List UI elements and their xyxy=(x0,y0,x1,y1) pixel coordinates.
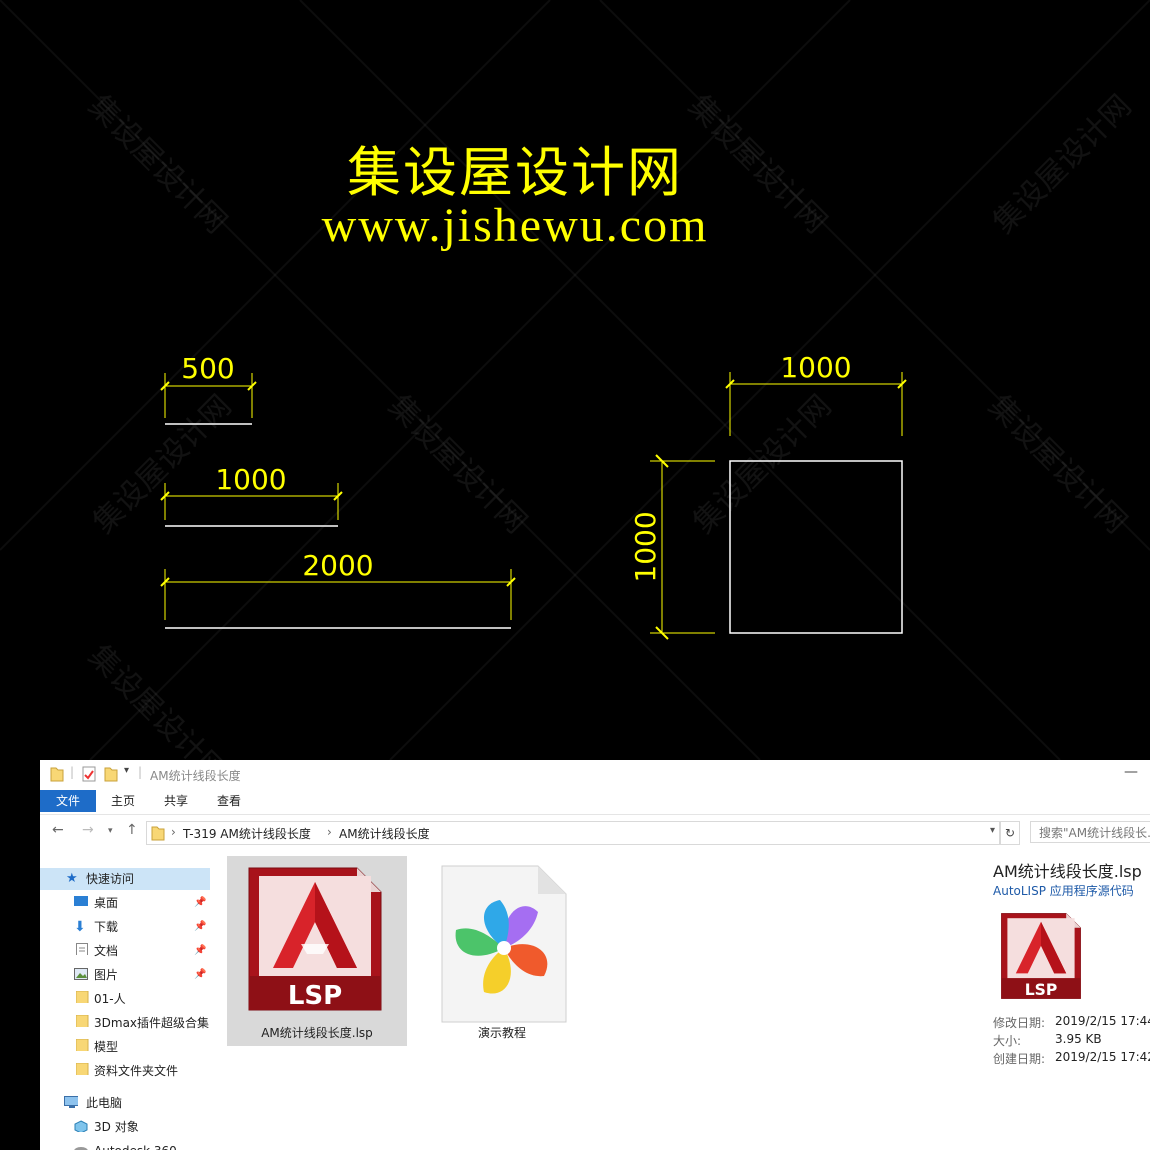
folder-icon xyxy=(76,1063,89,1075)
cad-drawing-canvas[interactable]: 500 1000 2000 1000 1000 集设屋设计网 集设屋设计网 集设… xyxy=(0,0,1150,760)
tab-share[interactable]: 共享 xyxy=(155,790,197,812)
nav-item-folder[interactable]: 模型 xyxy=(40,1036,210,1058)
chevron-down-icon[interactable]: ▾ xyxy=(990,825,995,836)
nav-item-autodesk-360[interactable]: Autodesk 360 xyxy=(40,1140,210,1150)
autocad-lsp-icon: LSP xyxy=(1001,913,1081,999)
title-bar: | ▾ | AM统计线段长度 — xyxy=(40,760,1150,788)
dim-text-square-top: 1000 xyxy=(780,351,851,384)
autocad-lsp-icon: LSP xyxy=(248,867,382,1011)
search-input[interactable]: 搜索"AM统计线段长... xyxy=(1030,821,1150,843)
nav-item-folder[interactable]: 01-人 xyxy=(40,988,210,1010)
details-file-name: AM统计线段长度.lsp xyxy=(993,862,1142,881)
refresh-button[interactable]: ↻ xyxy=(1000,821,1020,845)
nav-item-downloads[interactable]: ⬇ 下载 📌 xyxy=(40,916,210,938)
cube-icon xyxy=(74,1120,88,1132)
document-icon xyxy=(76,943,88,955)
computer-icon xyxy=(64,1096,78,1108)
cad-geometry: 500 1000 2000 1000 1000 xyxy=(0,0,1150,760)
created-date-value: 2019/2/15 17:42 xyxy=(1055,1050,1150,1064)
tab-file[interactable]: 文件 xyxy=(40,790,96,812)
pin-icon[interactable]: 📌 xyxy=(194,964,206,986)
dim-text-500: 500 xyxy=(181,352,234,385)
details-file-type: AutoLISP 应用程序源代码 xyxy=(993,884,1134,898)
ribbon-tabs: 文件 主页 共享 查看 xyxy=(40,790,1150,815)
site-url: www.jishewu.com xyxy=(321,199,709,252)
folder-icon xyxy=(151,826,165,841)
cloud-icon xyxy=(74,1147,88,1150)
nav-this-pc[interactable]: 此电脑 xyxy=(40,1092,210,1114)
file-name-label: AM统计线段长度.lsp xyxy=(261,1026,373,1040)
modified-date-label: 修改日期: xyxy=(993,1016,1046,1030)
window-title: AM统计线段长度 xyxy=(150,769,241,783)
nav-item-documents[interactable]: 文档 📌 xyxy=(40,940,210,962)
pin-icon[interactable]: 📌 xyxy=(194,892,206,914)
tab-home[interactable]: 主页 xyxy=(102,790,144,812)
details-pane: AM统计线段长度.lsp AutoLISP 应用程序源代码 LSP 修改日期: … xyxy=(985,856,1150,1116)
desktop-icon xyxy=(74,896,88,906)
svg-text:LSP: LSP xyxy=(288,981,342,1011)
site-title: 集设屋设计网 xyxy=(347,141,683,204)
chevron-down-icon[interactable]: ▾ xyxy=(124,765,129,776)
navigation-pane: ★ 快速访问 桌面 📌 ⬇ 下载 📌 文档 📌 图片 📌 01-人 3Dmax插… xyxy=(40,860,215,1150)
nav-item-folder[interactable]: 3Dmax插件超级合集 xyxy=(40,1012,210,1034)
breadcrumb-parent[interactable]: T-319 AM统计线段长度 xyxy=(183,825,311,842)
address-bar[interactable]: › T-319 AM统计线段长度 › AM统计线段长度 ▾ xyxy=(146,821,1000,845)
pin-icon[interactable]: 📌 xyxy=(194,916,206,938)
folder-icon xyxy=(76,991,89,1003)
file-item-tutorial-video[interactable]: 演示教程 xyxy=(412,856,592,1046)
file-name-label: 演示教程 xyxy=(477,1026,526,1040)
created-date-label: 创建日期: xyxy=(993,1052,1046,1066)
dim-text-1000: 1000 xyxy=(215,463,286,496)
pin-icon[interactable]: 📌 xyxy=(194,940,206,962)
download-arrow-icon: ⬇ xyxy=(74,919,86,935)
nav-item-folder[interactable]: 资料文件夹文件 xyxy=(40,1060,210,1082)
folder-icon xyxy=(76,1015,89,1027)
properties-icon[interactable] xyxy=(82,766,96,782)
file-item-lsp[interactable]: LSP AM统计线段长度.lsp xyxy=(227,856,407,1046)
nav-quick-access[interactable]: ★ 快速访问 xyxy=(40,868,210,890)
modified-date-value: 2019/2/15 17:44 xyxy=(1055,1014,1150,1028)
address-row: ← → ▾ ↑ › T-319 AM统计线段长度 › AM统计线段长度 ▾ ↻ … xyxy=(40,820,1150,845)
nav-item-3d-objects[interactable]: 3D 对象 xyxy=(40,1116,210,1138)
new-folder-icon[interactable] xyxy=(104,766,118,782)
tab-view[interactable]: 查看 xyxy=(208,790,250,812)
svg-text:LSP: LSP xyxy=(1025,981,1058,999)
back-arrow-icon[interactable]: ← xyxy=(52,822,64,838)
dim-text-2000: 2000 xyxy=(302,549,373,582)
size-value: 3.95 KB xyxy=(1055,1032,1102,1046)
up-arrow-icon[interactable]: ↑ xyxy=(126,822,138,838)
recent-locations-icon[interactable]: ▾ xyxy=(108,826,113,836)
watermark-lines xyxy=(0,0,1150,760)
breadcrumb-current[interactable]: AM统计线段长度 xyxy=(339,825,430,842)
picture-icon xyxy=(74,968,88,980)
nav-item-pictures[interactable]: 图片 📌 xyxy=(40,964,210,986)
nav-item-desktop[interactable]: 桌面 📌 xyxy=(40,892,210,914)
dim-text-square-side: 1000 xyxy=(629,511,662,582)
forward-arrow-icon[interactable]: → xyxy=(82,822,94,838)
file-explorer-window: | ▾ | AM统计线段长度 — 文件 主页 共享 查看 ← → ▾ ↑ › T… xyxy=(40,760,1150,1150)
folder-icon[interactable] xyxy=(50,766,64,782)
pinwheel-video-icon xyxy=(441,865,567,1023)
folder-icon xyxy=(76,1039,89,1051)
minimize-button[interactable]: — xyxy=(1124,764,1138,780)
star-icon: ★ xyxy=(66,871,78,886)
size-label: 大小: xyxy=(993,1034,1022,1048)
